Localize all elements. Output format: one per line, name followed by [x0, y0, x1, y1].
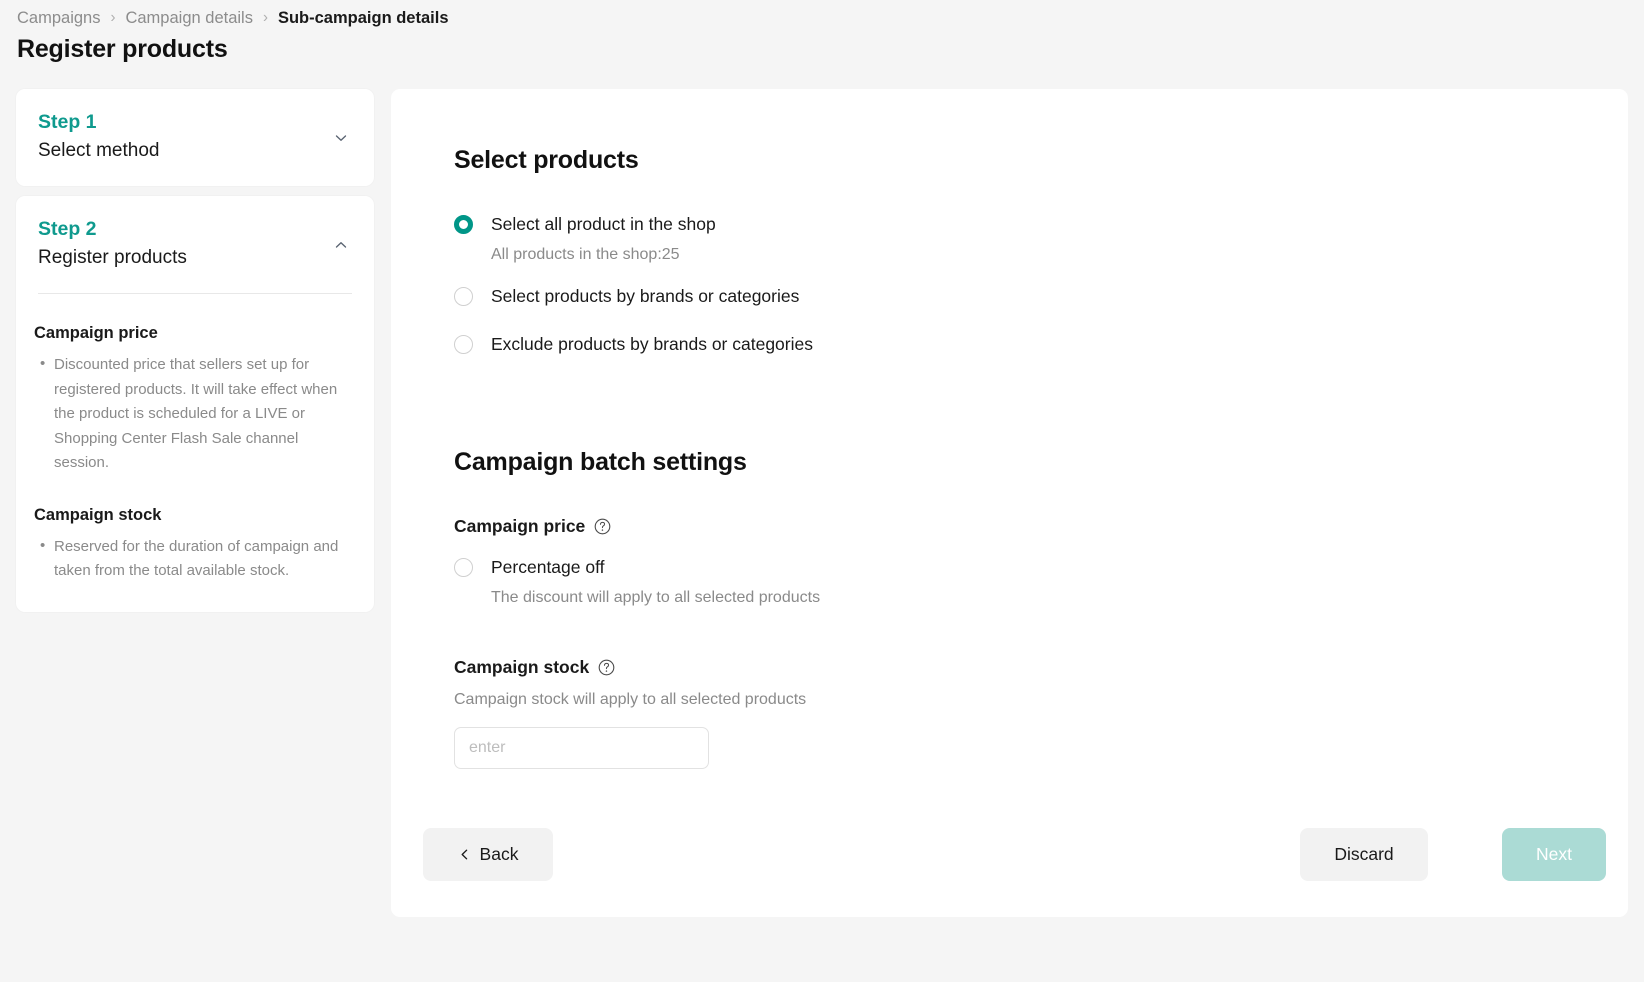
breadcrumb-item-campaigns[interactable]: Campaigns [17, 6, 100, 30]
next-button[interactable]: Next [1502, 828, 1606, 881]
select-products-heading: Select products [454, 145, 1628, 175]
form-footer: Back Discard Next [391, 787, 1628, 917]
breadcrumb-item-campaign-details[interactable]: Campaign details [125, 6, 253, 30]
sidebar-heading-campaign-stock: Campaign stock [34, 504, 352, 526]
page-title: Register products [17, 35, 228, 64]
radio-label-percentage-off: Percentage off [491, 555, 605, 580]
breadcrumb-item-sub-campaign-details: Sub-campaign details [278, 6, 449, 30]
chevron-left-icon [458, 848, 471, 861]
step-2-eyebrow: Step 2 [38, 216, 352, 242]
radio-indicator-unselected[interactable] [454, 335, 473, 354]
back-button-label: Back [480, 844, 519, 865]
chevron-up-icon[interactable] [332, 236, 350, 254]
discard-button[interactable]: Discard [1300, 828, 1428, 881]
radio-indicator-unselected[interactable] [454, 558, 473, 577]
breadcrumb: Campaigns › Campaign details › Sub-campa… [17, 6, 449, 30]
radio-indicator-unselected[interactable] [454, 287, 473, 306]
radio-label-by-brands: Select products by brands or categories [491, 284, 799, 309]
sidebar-bullets-campaign-price: Discounted price that sellers set up for… [34, 353, 352, 476]
campaign-stock-label: Campaign stock [454, 655, 589, 679]
list-item: Discounted price that sellers set up for… [54, 353, 352, 476]
radio-option-exclude-brands[interactable]: Exclude products by brands or categories [454, 332, 1628, 357]
batch-settings-heading: Campaign batch settings [454, 447, 1628, 477]
back-button[interactable]: Back [423, 828, 553, 881]
step-sidebar: Step 1 Select method Step 2 Register pro… [16, 89, 374, 612]
step-1-title: Select method [38, 138, 352, 164]
select-products-radio-group: Select all product in the shop All produ… [454, 212, 1628, 357]
radio-label-select-all: Select all product in the shop [491, 212, 716, 237]
discard-button-label: Discard [1334, 844, 1393, 865]
sidebar-step-2-header[interactable]: Step 2 Register products [16, 196, 374, 294]
percentage-off-hint: The discount will apply to all selected … [491, 586, 1628, 610]
main-panel: Select products Select all product in th… [391, 89, 1628, 917]
help-circle-icon[interactable] [594, 518, 611, 535]
breadcrumb-separator: › [110, 5, 115, 30]
campaign-stock-label-row: Campaign stock [454, 655, 1628, 679]
chevron-down-icon[interactable] [332, 129, 350, 147]
next-button-label: Next [1536, 844, 1572, 865]
radio-sub-select-all: All products in the shop:25 [491, 243, 1628, 267]
radio-option-percentage-off[interactable]: Percentage off [454, 555, 1628, 580]
app-root: Campaigns › Campaign details › Sub-campa… [0, 0, 1644, 982]
sidebar-heading-campaign-price: Campaign price [34, 322, 352, 344]
step-2-title: Register products [38, 245, 352, 271]
help-circle-icon[interactable] [598, 659, 615, 676]
radio-option-by-brands[interactable]: Select products by brands or categories [454, 284, 1628, 309]
sidebar-bullets-campaign-stock: Reserved for the duration of campaign an… [34, 535, 352, 612]
campaign-price-label-row: Campaign price [454, 514, 1628, 538]
divider [38, 293, 352, 294]
step-1-eyebrow: Step 1 [38, 109, 352, 135]
campaign-price-label: Campaign price [454, 514, 585, 538]
sidebar-step-1[interactable]: Step 1 Select method [16, 89, 374, 186]
radio-option-select-all[interactable]: Select all product in the shop [454, 212, 1628, 237]
campaign-stock-input[interactable] [454, 727, 709, 769]
campaign-stock-hint: Campaign stock will apply to all selecte… [454, 688, 1628, 712]
sidebar-step-2: Step 2 Register products Campaign price … [16, 196, 374, 612]
radio-label-exclude-brands: Exclude products by brands or categories [491, 332, 813, 357]
radio-indicator-selected[interactable] [454, 215, 473, 234]
list-item: Reserved for the duration of campaign an… [54, 535, 352, 584]
sidebar-help-content: Campaign price Discounted price that sel… [16, 322, 374, 612]
breadcrumb-separator: › [263, 5, 268, 30]
